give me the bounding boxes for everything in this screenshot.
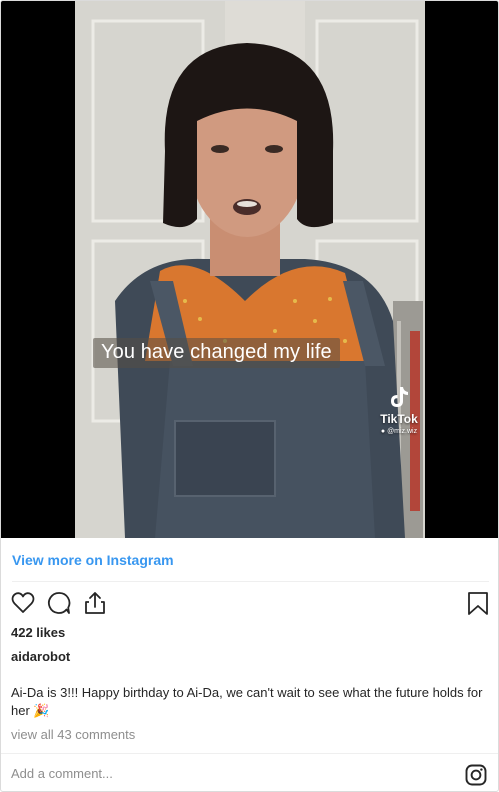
divider [12, 581, 489, 582]
heart-icon[interactable] [10, 590, 38, 618]
video-frame [75, 1, 425, 538]
comment-bubble-icon[interactable] [46, 590, 74, 618]
tiktok-watermark: TikTok ● @miz.wiz [373, 385, 425, 435]
tiktok-logo-icon [391, 387, 408, 407]
post-caption: Ai-Da is 3!!! Happy birthday to Ai-Da, w… [11, 685, 483, 718]
comment-input[interactable] [11, 766, 411, 781]
tiktok-handle-text: @miz.wiz [387, 428, 418, 435]
instagram-embed: You have changed my life TikTok ● @miz.w… [0, 0, 499, 792]
share-icon[interactable] [82, 590, 110, 618]
comment-bar [1, 753, 498, 791]
tiktok-handle: ● @miz.wiz [373, 428, 425, 435]
video-caption: You have changed my life [93, 338, 340, 368]
user-icon: ● [380, 428, 386, 435]
view-all-comments-link[interactable]: view all 43 comments [11, 727, 135, 742]
post-username[interactable]: aidarobot [11, 649, 70, 664]
instagram-icon[interactable] [465, 764, 487, 786]
tiktok-brand: TikTok [380, 412, 418, 426]
post-video[interactable]: You have changed my life TikTok ● @miz.w… [1, 1, 498, 538]
video-still [75, 1, 425, 538]
bookmark-icon[interactable] [465, 590, 493, 618]
view-more-link[interactable]: View more on Instagram [12, 552, 174, 568]
likes-count: 422 likes [11, 625, 66, 640]
